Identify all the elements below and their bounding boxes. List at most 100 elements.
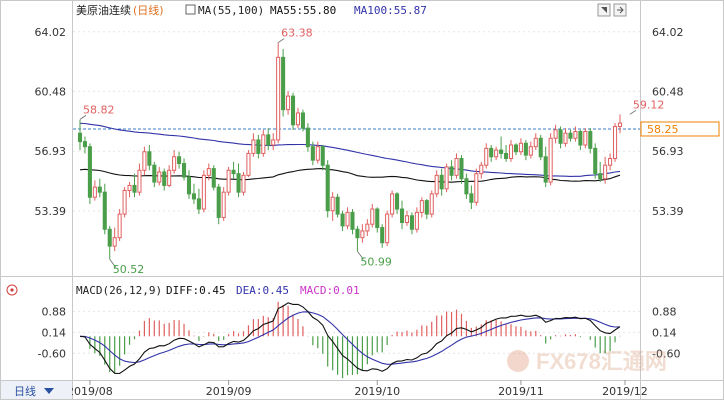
candle [390, 190, 395, 218]
candle-body [286, 95, 291, 111]
candle-body [92, 186, 97, 198]
candle-body [251, 139, 256, 154]
candle-body [578, 131, 583, 146]
candle-body [335, 196, 340, 215]
candle-body [563, 132, 568, 144]
price-tick-left: 53.39 [35, 205, 67, 218]
annotation-label: 58.82 [83, 103, 115, 116]
macd-tick-left: 0.14 [42, 326, 67, 339]
candle-body [588, 131, 593, 149]
watermark-logo-icon [507, 350, 529, 372]
candle-body [385, 213, 390, 244]
candle-body [310, 146, 315, 161]
macd-params: MACD(26,12,9) [76, 284, 162, 297]
candle-body [305, 127, 310, 148]
candle [87, 143, 92, 204]
candle [583, 128, 588, 149]
chart-root: 64.02 64.02 60.48 60.48 56.93 56.93 53.39 53.39… [0, 0, 724, 400]
period-badge-label: 日线 [14, 384, 36, 398]
candle [241, 171, 246, 196]
candle-body [518, 142, 523, 153]
settings-checkbox-icon[interactable] [185, 4, 196, 15]
annotation-label: 59.12 [633, 98, 665, 111]
candle-body [528, 146, 533, 156]
diff-value: DIFF:0.45 [166, 284, 226, 297]
candle [613, 123, 618, 162]
candle-body [186, 176, 192, 195]
expand-button[interactable] [613, 3, 627, 17]
candle-body [87, 146, 92, 198]
candle-body [434, 174, 439, 195]
candle-body [484, 147, 489, 166]
candle-body [375, 208, 380, 229]
candle [300, 109, 305, 132]
x-tick-label: 2019/08 [67, 385, 113, 398]
price-header: 美原油连续 (日线) MA(55,100) MA55:55.80 MA100:5… [76, 3, 427, 17]
candle-body [167, 169, 172, 186]
candle-body [380, 227, 385, 244]
candle-body [558, 129, 563, 144]
macd-tick-right: 0.88 [652, 305, 677, 318]
toggle-panel-button[interactable] [597, 3, 611, 17]
candle-body [360, 230, 365, 239]
candle-body [340, 213, 345, 227]
candle-body [404, 215, 410, 224]
period-label[interactable]: (日线) [133, 3, 164, 17]
price-tick-left: 60.48 [35, 85, 67, 98]
candle [335, 193, 340, 218]
candle-body [583, 131, 588, 146]
candle [122, 187, 127, 218]
candle-body [538, 137, 543, 158]
candle-body [568, 132, 573, 139]
candle-body [107, 228, 112, 247]
macd-tick-right: 0.14 [652, 326, 677, 339]
annotation-label: 50.99 [360, 255, 392, 268]
candle-body [429, 193, 434, 215]
candle-body [350, 211, 355, 230]
candle [211, 165, 216, 191]
candle-body [479, 164, 484, 175]
candle-body [236, 173, 241, 193]
candle-body [419, 200, 424, 213]
candle-body [82, 141, 87, 148]
candle-body [172, 156, 177, 171]
candle-body [281, 56, 286, 111]
candle-body [112, 237, 117, 247]
x-tick-label: 2019/12 [602, 385, 648, 398]
candle-body [137, 169, 142, 193]
candle [276, 42, 281, 144]
candle-body [365, 223, 370, 232]
candle-body [444, 166, 449, 190]
candle-body [97, 186, 102, 193]
macd-tick-left: -0.60 [38, 347, 66, 360]
candle-body [256, 139, 261, 154]
price-tick-right: 56.93 [652, 145, 684, 158]
candle-body [603, 164, 608, 180]
candle-body [459, 157, 464, 180]
x-tick-label: 2019/10 [354, 385, 400, 398]
candle-body [221, 191, 226, 218]
candle-body [395, 193, 400, 210]
candle [593, 143, 598, 179]
instrument-name: 美原油连续 [76, 3, 131, 17]
x-tick-label: 2019/09 [206, 385, 252, 398]
candle-body [216, 186, 221, 218]
candle-body [424, 200, 429, 215]
candle [281, 48, 286, 117]
price-tick-left: 56.93 [35, 145, 67, 158]
candle-body [177, 156, 182, 165]
candle-body [241, 174, 246, 193]
candle-body [598, 173, 603, 180]
candle-body [191, 193, 196, 200]
candle-body [608, 157, 613, 166]
period-badge[interactable]: 日线 [1, 381, 72, 399]
price-tick-right: 53.39 [652, 205, 684, 218]
candle-body [271, 139, 276, 146]
candle-body [276, 56, 281, 141]
ma55-value: MA55:55.80 [270, 4, 336, 17]
current-price-label: 58.25 [647, 123, 679, 136]
candle-body [147, 151, 152, 166]
macd-tick-left: 0.88 [42, 305, 67, 318]
candle-body [162, 171, 167, 186]
ma-params: MA(55,100) [198, 4, 264, 17]
